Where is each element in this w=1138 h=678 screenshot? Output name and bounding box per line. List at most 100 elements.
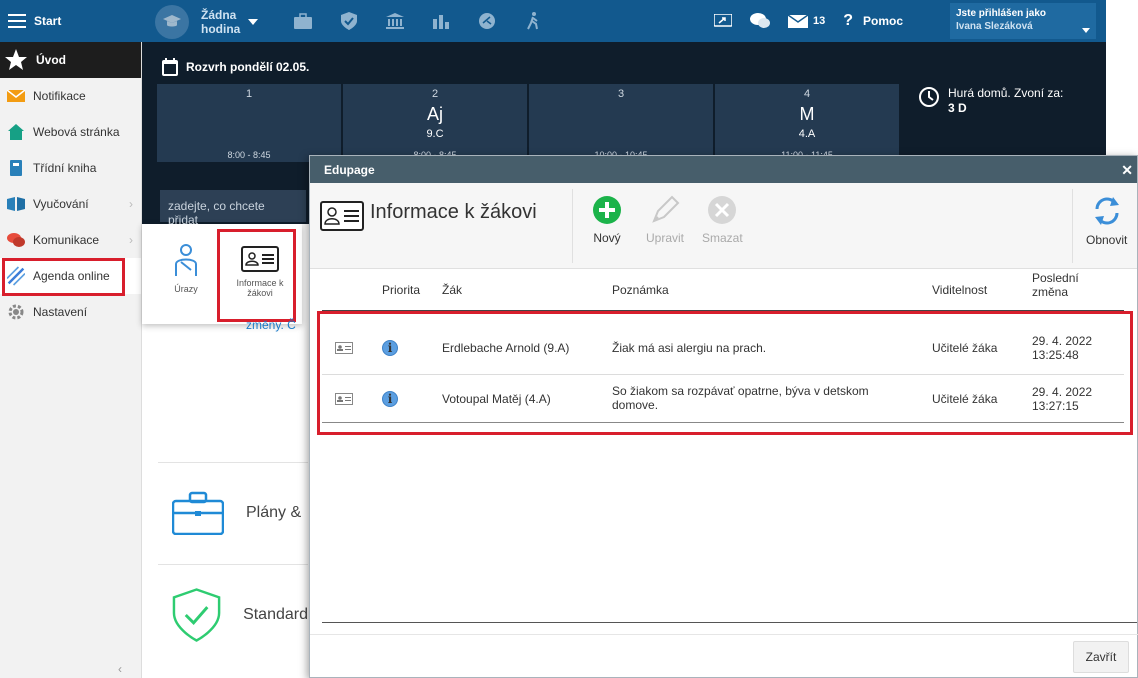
bar-chart-icon[interactable] — [418, 0, 464, 42]
new-button[interactable]: Nový — [592, 195, 622, 245]
background-card[interactable]: Standard — [158, 564, 308, 664]
sidebar-item-label: Webová stránka — [33, 125, 120, 139]
background-card-label: Standard — [243, 605, 308, 623]
start-menu-button[interactable]: Start — [0, 0, 142, 42]
calendar-icon — [162, 58, 178, 76]
chevron-down-icon — [1082, 28, 1090, 33]
sidebar-item-website[interactable]: Webová stránka — [0, 114, 141, 150]
hiking-icon[interactable] — [510, 0, 556, 42]
slot-number: 1 — [245, 88, 253, 100]
sidebar-item-communication[interactable]: Komunikace › — [0, 222, 141, 258]
column-header-note[interactable]: Poznámka — [612, 283, 669, 297]
sidebar-item-settings[interactable]: Nastavení — [0, 294, 141, 330]
quick-add-input[interactable]: zadejte, co chcete přidat — [160, 190, 306, 227]
start-label: Start — [34, 14, 62, 28]
toolbar-divider — [572, 189, 573, 263]
delete-button[interactable]: Smazat — [702, 195, 743, 245]
messages-count: 13 — [813, 15, 826, 27]
injured-person-icon — [175, 244, 197, 276]
schedule-slot[interactable]: 1 8:00 - 8:45 — [157, 84, 341, 162]
graduation-cap-icon — [155, 5, 189, 39]
flyout-item-injuries[interactable]: Úrazy — [156, 224, 216, 324]
toolbar-divider — [1072, 189, 1073, 263]
sidebar-item-notifications[interactable]: Notifikace — [0, 78, 141, 114]
ball-icon[interactable] — [464, 0, 510, 42]
star-icon — [5, 49, 27, 70]
footer-divider — [310, 634, 1138, 635]
slot-number: 3 — [617, 88, 625, 100]
edit-button[interactable]: Upravit — [646, 195, 684, 245]
dialog-header: Edupage ✕ — [310, 156, 1137, 183]
delete-label: Smazat — [702, 231, 743, 245]
lesson-line2: hodina — [201, 22, 241, 36]
sidebar-item-label: Třídní kniha — [33, 161, 97, 175]
schedule-slot[interactable]: 4 M 4.A 11:00 - 11:45 — [715, 84, 899, 162]
sidebar-item-label: Komunikace — [33, 233, 100, 247]
lesson-line1: Žádna — [201, 8, 237, 22]
chevron-right-icon: › — [129, 197, 133, 211]
slot-subject: M — [799, 104, 815, 124]
slot-subject: Aj — [426, 104, 443, 124]
highlight-frame-rows — [317, 311, 1133, 435]
dialog-title-text: Informace k žákovi — [370, 201, 537, 223]
open-book-icon — [7, 195, 25, 213]
background-link[interactable]: změny. Č — [246, 318, 296, 332]
briefcase-icon[interactable] — [280, 0, 326, 42]
flyout-injuries-label: Úrazy — [174, 284, 198, 294]
shield-check-icon — [172, 587, 221, 642]
current-lesson-selector[interactable]: Žádna hodina — [155, 5, 259, 39]
bank-icon[interactable] — [372, 0, 418, 42]
background-card[interactable]: Plány & — [158, 462, 308, 562]
sidebar-item-label: Vyučování — [33, 197, 89, 211]
bell-value: 3 D — [948, 101, 967, 115]
dialog-toolbar: Informace k žákovi Nový Upravit Smazat O… — [310, 183, 1137, 269]
close-icon[interactable]: ✕ — [1121, 162, 1133, 179]
column-header-student[interactable]: Žák — [442, 283, 462, 297]
column-header-visibility[interactable]: Viditelnost — [932, 283, 987, 297]
hamburger-icon — [8, 14, 26, 28]
envelope-icon — [788, 14, 808, 28]
slot-number: 2 — [431, 88, 439, 100]
right-gutter — [1106, 0, 1138, 155]
refresh-icon — [1094, 197, 1119, 225]
schedule-title-text: Rozvrh pondělí 02.05. — [186, 60, 310, 74]
dialog-window-title: Edupage — [324, 162, 375, 177]
x-circle-icon — [708, 196, 737, 224]
top-bar: Start Žádna hodina 13 ? Pomoc Jste přihl… — [0, 0, 1106, 42]
plus-circle-icon — [593, 196, 621, 224]
help-button[interactable]: ? Pomoc — [834, 0, 912, 42]
chat-icon[interactable] — [741, 0, 779, 42]
sidebar-home-label: Úvod — [36, 53, 66, 67]
gear-icon — [7, 303, 25, 321]
sidebar: Úvod Notifikace Webová stránka Třídní kn… — [0, 42, 142, 678]
user-caption: Jste přihlášen jako — [956, 8, 1047, 19]
messages-button[interactable]: 13 — [779, 0, 834, 42]
column-header-last-change[interactable]: Poslední změna — [1032, 271, 1092, 299]
chat-bubbles-icon — [7, 231, 25, 249]
schedule-title[interactable]: Rozvrh pondělí 02.05. — [162, 58, 309, 76]
sidebar-item-home[interactable]: Úvod — [0, 42, 141, 78]
close-button[interactable]: Zavřít — [1073, 641, 1129, 673]
schedule-slot[interactable]: 3 10:00 - 10:45 — [529, 84, 713, 162]
new-label: Nový — [593, 231, 621, 245]
refresh-button[interactable]: Obnovit — [1086, 195, 1127, 247]
footer-divider — [322, 622, 1137, 623]
help-label: Pomoc — [863, 14, 904, 28]
shield-icon[interactable] — [326, 0, 372, 42]
sidebar-item-class-book[interactable]: Třídní kniha — [0, 150, 141, 186]
house-icon — [7, 123, 25, 141]
bell-countdown: Hurá domů. Zvoní za: 3 D — [918, 86, 1063, 116]
highlight-frame-student-info — [217, 229, 296, 322]
sidebar-item-label: Notifikace — [33, 89, 86, 103]
id-card-icon — [320, 201, 364, 231]
user-menu[interactable]: Jste přihlášen jako Ivana Slezáková — [950, 3, 1096, 39]
chevron-right-icon: › — [129, 233, 133, 247]
edit-label: Upravit — [646, 231, 685, 245]
column-header-priority[interactable]: Priorita — [382, 283, 420, 297]
collapse-sidebar-icon[interactable]: ‹ — [118, 662, 122, 676]
pencil-icon — [652, 195, 680, 223]
screen-share-icon[interactable] — [705, 0, 741, 42]
refresh-label: Obnovit — [1086, 233, 1128, 247]
schedule-slot[interactable]: 2 Aj 9.C 8:00 - 8:45 — [343, 84, 527, 162]
sidebar-item-teaching[interactable]: Vyučování › — [0, 186, 141, 222]
